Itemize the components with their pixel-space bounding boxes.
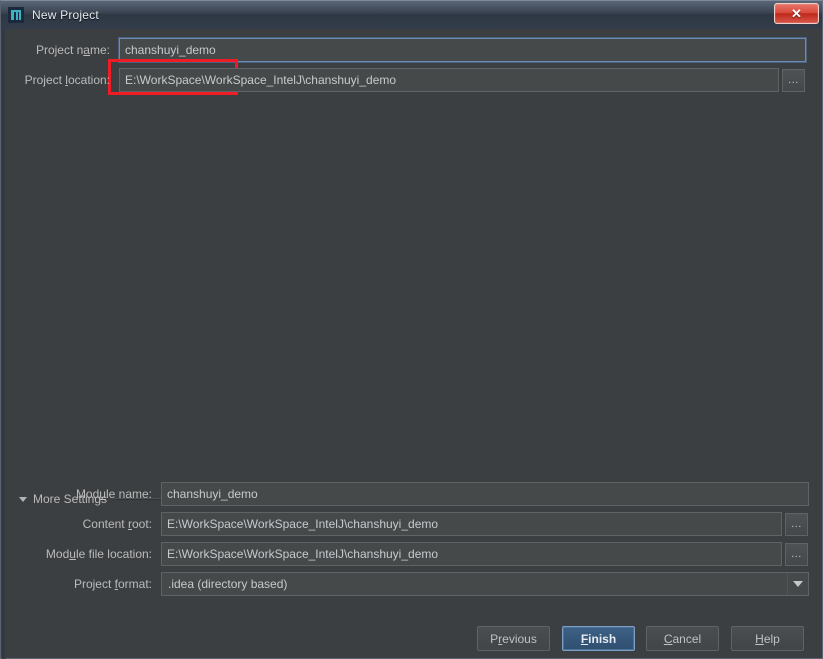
ellipsis-icon: ...: [791, 518, 802, 530]
module-name-label: Module name:: [75, 487, 152, 501]
intellij-idea-icon: [8, 7, 24, 23]
project-name-input[interactable]: chanshuyi_demo: [119, 38, 806, 62]
dialog-button-bar: Pr evious Finish Cancel Help: [1, 617, 822, 658]
module-file-location-row: Module file location: E:\WorkSpace\WorkS…: [39, 542, 809, 566]
module-name-row: Module name: chanshuyi_demo: [39, 482, 809, 506]
project-format-select[interactable]: .idea (directory based): [161, 572, 809, 596]
module-name-input[interactable]: chanshuyi_demo: [161, 482, 809, 506]
new-project-dialog-window: New Project ✕ Project name: chanshuyi_de…: [0, 0, 823, 659]
ellipsis-icon: ...: [788, 74, 799, 86]
window-title: New Project: [32, 8, 99, 22]
project-name-label: Project name:: [35, 43, 110, 57]
project-name-row: Project name: chanshuyi_demo: [21, 38, 806, 62]
previous-button[interactable]: Pr evious: [477, 626, 550, 651]
module-file-location-input[interactable]: E:\WorkSpace\WorkSpace_IntelJ\chanshuyi_…: [161, 542, 782, 566]
module-name-value: chanshuyi_demo: [167, 487, 258, 501]
content-root-input[interactable]: E:\WorkSpace\WorkSpace_IntelJ\chanshuyi_…: [161, 512, 782, 536]
project-location-label: Project location:: [24, 73, 110, 87]
finish-button[interactable]: Finish: [562, 626, 635, 651]
content-root-label: Content root:: [82, 517, 152, 531]
close-icon[interactable]: ✕: [774, 3, 819, 24]
content-root-browse-button[interactable]: ...: [785, 512, 808, 536]
project-format-row: Project format: .idea (directory based): [39, 572, 809, 596]
help-button[interactable]: Help: [731, 626, 804, 651]
project-location-browse-button[interactable]: ...: [782, 68, 805, 92]
dialog-left-rail: [2, 29, 6, 659]
dialog-content: Project name: chanshuyi_demo Project loc…: [0, 29, 823, 659]
chevron-down-icon[interactable]: [787, 573, 808, 595]
content-root-row: Content root: E:\WorkSpace\WorkSpace_Int…: [39, 512, 809, 536]
project-location-row: Project location: E:\WorkSpace\WorkSpace…: [21, 68, 806, 92]
content-root-value: E:\WorkSpace\WorkSpace_IntelJ\chanshuyi_…: [167, 517, 439, 531]
module-file-location-browse-button[interactable]: ...: [785, 542, 808, 566]
project-format-label: Project format:: [73, 577, 152, 591]
cancel-button[interactable]: Cancel: [646, 626, 719, 651]
project-name-value: chanshuyi_demo: [125, 43, 216, 57]
project-location-value: E:\WorkSpace\WorkSpace_IntelJ\chanshuyi_…: [125, 73, 397, 87]
title-bar[interactable]: New Project ✕: [0, 0, 823, 29]
module-file-location-value: E:\WorkSpace\WorkSpace_IntelJ\chanshuyi_…: [167, 547, 439, 561]
ellipsis-icon: ...: [791, 548, 802, 560]
close-icon-glyph: ✕: [791, 6, 802, 21]
triangle-down-icon: [19, 496, 27, 502]
project-format-value: .idea (directory based): [168, 577, 288, 591]
module-file-location-label: Module file location:: [45, 547, 152, 561]
project-location-input[interactable]: E:\WorkSpace\WorkSpace_IntelJ\chanshuyi_…: [119, 68, 779, 92]
title-bar-gloss: [1, 1, 823, 15]
